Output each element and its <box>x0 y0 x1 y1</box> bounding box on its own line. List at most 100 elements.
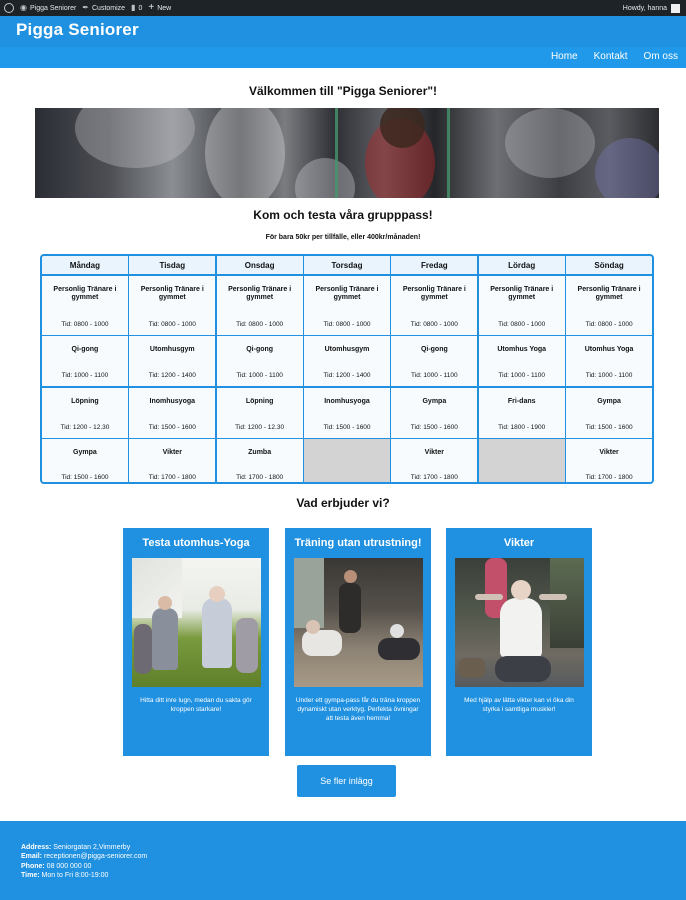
day-header: Måndag <box>42 256 128 274</box>
schedule-cell: Utomhus Yoga Tid: 1000 - 1100 <box>478 336 565 386</box>
schedule-cell: Inomhusyoga Tid: 1500 - 1600 <box>304 387 390 438</box>
class-name: Gympa <box>597 397 621 405</box>
footer-phone-label: Phone: <box>21 862 45 870</box>
offer-card-description: Under ett gympa-pass får du träna kroppe… <box>295 696 421 722</box>
class-name: Inomhusyoga <box>324 397 370 405</box>
site-title[interactable]: Pigga Seniorer <box>16 20 139 40</box>
class-name: Gympa <box>422 397 447 405</box>
admin-comments-link[interactable]: ▮ 0 <box>131 4 142 12</box>
class-time: Tid: 1700 - 1800 <box>585 474 633 481</box>
comment-icon: ▮ <box>131 3 136 12</box>
schedule-cell: Gympa Tid: 1500 - 1600 <box>566 387 652 438</box>
footer-time-label: Time: <box>21 872 40 880</box>
day-header: Fredag <box>391 256 478 274</box>
schedule-cell: Inomhusyoga Tid: 1500 - 1600 <box>129 387 216 438</box>
class-name: Gympa <box>73 449 97 456</box>
class-name: Personlig Tränare i gymmet <box>140 285 204 302</box>
avatar <box>671 3 680 13</box>
class-name: Qi-gong <box>420 346 448 353</box>
schedule-cell: Zumba Tid: 1700 - 1800 <box>216 439 303 482</box>
class-name: Utomhusgym <box>149 346 195 353</box>
admin-site-link[interactable]: ◉ Pigga Seniorer <box>20 4 76 12</box>
schedule-cell: Utomhusgym Tid: 1200 - 1400 <box>304 336 390 386</box>
offer-card-description: Med hjälp av lätta vikter kan vi öka din… <box>464 696 574 713</box>
admin-customize-link[interactable]: ✒ Customize <box>82 4 125 12</box>
class-name: Personlig Tränare i gymmet <box>402 285 466 302</box>
offers-heading: Vad erbjuder vi? <box>296 496 390 510</box>
schedule-cell: Personlig Tränare i gymmet Tid: 0800 - 10… <box>129 275 216 335</box>
class-time: Tid: 1700 - 1800 <box>148 474 196 481</box>
schedule-cell-empty <box>478 439 565 482</box>
class-time: Tid: 0800 - 1000 <box>410 320 458 328</box>
schedule-cell: Vikter Tid: 1700 - 1800 <box>129 439 216 482</box>
footer-time: Time: Mon to Fri 8:00-19:00 <box>21 871 147 880</box>
class-time: Tid: 1500 - 1600 <box>323 423 371 431</box>
brush-icon: ✒ <box>82 3 89 12</box>
schedule-cell: Personlig Tränare i gymmet Tid: 0800 - 10… <box>304 275 390 335</box>
offer-card-title: Testa utomhus-Yoga <box>142 537 250 549</box>
class-name: Personlig Tränare i gymmet <box>315 285 379 302</box>
class-time: Tid: 1700 - 1800 <box>410 474 458 481</box>
class-name: Vikter <box>599 449 619 456</box>
schedule-cell: Personlig Tränare i gymmet Tid: 0800 - 10… <box>478 275 565 335</box>
admin-account-menu[interactable]: Howdy, hanna <box>622 3 680 13</box>
offer-card-yoga[interactable]: Testa utomhus-Yoga Hitta ditt inre lugn,… <box>123 528 269 756</box>
hero-image <box>35 108 659 198</box>
class-time: Tid: 1000 - 1100 <box>498 372 546 379</box>
class-name: Inomhusyoga <box>149 397 196 405</box>
class-name: Vikter <box>424 449 445 456</box>
nav-om-oss[interactable]: Om oss <box>644 51 678 62</box>
class-name: Utomhus Yoga <box>584 346 634 353</box>
class-time: Tid: 1200 - 1400 <box>323 372 371 379</box>
weights-photo <box>454 557 584 687</box>
class-time: Tid: 0800 - 1000 <box>585 320 633 328</box>
dashboard-icon: ◉ <box>20 3 27 12</box>
offer-card-description: Hitta ditt inre lugn, medan du sakta gör… <box>140 696 252 713</box>
class-time: Tid: 1200 - 12.30 <box>60 423 110 431</box>
class-name: Utomhus Yoga <box>497 346 547 353</box>
class-time: Tid: 1000 - 1100 <box>61 372 109 379</box>
class-time: Tid: 1700 - 1800 <box>236 474 284 481</box>
class-name: Vikter <box>162 449 182 456</box>
footer-phone: Phone: 08 000 000 00 <box>21 862 147 871</box>
group-classes-heading: Kom och testa våra grupppass! <box>253 208 433 222</box>
schedule-cell: Gympa Tid: 1500 - 1600 <box>42 439 128 482</box>
day-header: Söndag <box>566 256 652 274</box>
schedule-cell-empty <box>304 439 390 482</box>
offer-card-title: Vikter <box>503 537 535 549</box>
offer-card-bodyweight[interactable]: Träning utan utrustning! Under ett gympa… <box>285 528 431 756</box>
class-name: Zumba <box>248 449 272 456</box>
schedule-cell: Personlig Tränare i gymmet Tid: 0800 - 10… <box>391 275 478 335</box>
class-name: Löpning <box>71 397 99 405</box>
footer-address-value: Seniorgatan 2,Vimmerby <box>51 844 131 851</box>
admin-site-label: Pigga Seniorer <box>29 4 77 12</box>
class-time: Tid: 0800 - 1000 <box>148 320 196 328</box>
class-time: Tid: 1500 - 1600 <box>61 474 109 481</box>
footer-email-value[interactable]: receptionen@pigga-seniorer.com <box>42 853 147 860</box>
footer-phone-value: 08 000 000 00 <box>44 862 92 870</box>
class-name: Qi-gong <box>71 346 99 353</box>
class-name: Personlig Tränare i gymmet <box>490 285 554 302</box>
howdy-label: Howdy, hanna <box>622 4 667 12</box>
class-name: Personlig Tränare i gymmet <box>228 285 292 302</box>
class-time: Tid: 1000 - 1100 <box>411 372 458 379</box>
schedule-cell: Qi-gong Tid: 1000 - 1100 <box>216 336 303 386</box>
admin-new-link[interactable]: + New <box>148 3 171 13</box>
offer-card-weights[interactable]: Vikter Med hjälp av lätta vikter kan vi … <box>446 528 592 756</box>
schedule-cell: Qi-gong Tid: 1000 - 1100 <box>42 336 128 386</box>
class-time: Tid: 1500 - 1600 <box>148 423 196 431</box>
class-time: Tid: 0800 - 1000 <box>61 320 109 328</box>
nav-home[interactable]: Home <box>551 51 578 62</box>
wordpress-logo-icon[interactable] <box>4 3 14 13</box>
schedule-cell: Löpning Tid: 1200 - 12.30 <box>42 387 128 438</box>
day-header: Lördag <box>478 256 565 274</box>
class-time: Tid: 1200 - 1400 <box>148 372 196 379</box>
admin-new-label: New <box>157 4 172 12</box>
day-header: Onsdag <box>216 256 303 274</box>
class-time: Tid: 1000 - 1100 <box>585 372 633 379</box>
nav-kontakt[interactable]: Kontakt <box>594 51 628 62</box>
more-posts-button[interactable]: Se fler inlägg <box>297 765 396 797</box>
yoga-photo <box>131 557 261 687</box>
class-name: Fri-dans <box>507 397 536 405</box>
schedule-cell: Fri-dans Tid: 1800 - 1900 <box>478 387 565 438</box>
